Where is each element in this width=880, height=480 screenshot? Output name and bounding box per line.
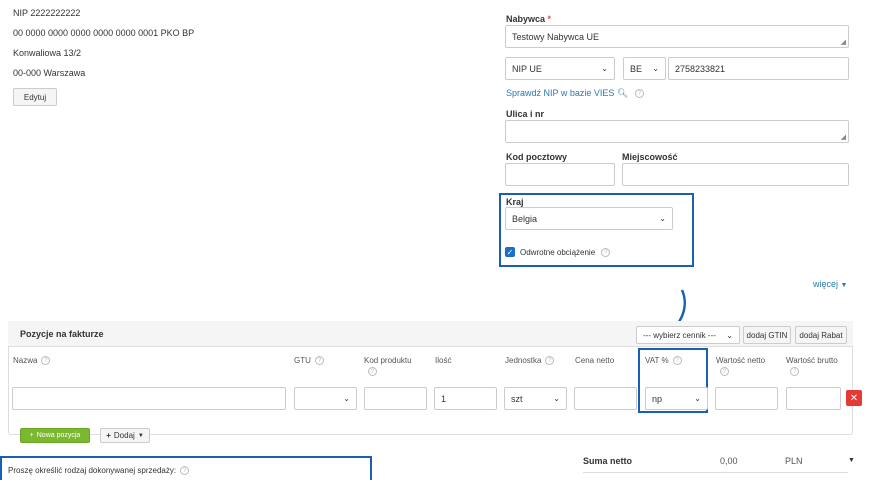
country-code-select[interactable]: BE ⌄ <box>623 57 666 80</box>
caret-down-icon[interactable]: ▼ <box>848 457 855 464</box>
required-mark: * <box>547 14 552 24</box>
column-header-name: Nazwa? <box>13 356 51 366</box>
seller-city: 00-000 Warszawa <box>13 68 86 78</box>
add-discount-button[interactable]: dodaj Rabat <box>795 326 847 344</box>
item-name-field[interactable] <box>12 387 286 410</box>
chevron-down-icon: ⌄ <box>601 64 608 73</box>
reverse-charge-label: Odwrotne obciążenie ? <box>520 248 611 258</box>
sale-type-prompt-text: Proszę określić rodzaj dokonywanej sprze… <box>8 466 177 475</box>
sale-type-prompt: Proszę określić rodzaj dokonywanej sprze… <box>8 466 190 476</box>
caret-down-icon: ▼ <box>137 432 144 439</box>
buyer-name-value: Testowy Nabywca UE <box>512 31 600 42</box>
price-list-select[interactable]: --- wybierz cennik --- ⌄ <box>636 326 740 344</box>
gross-value-field[interactable] <box>786 387 841 410</box>
more-link-text: więcej <box>813 279 839 289</box>
help-icon[interactable]: ? <box>180 466 190 476</box>
add-dropdown-button[interactable]: + Dodaj ▼ <box>100 428 150 443</box>
product-code-field[interactable] <box>364 387 427 410</box>
country-code-value: BE <box>630 63 643 74</box>
city-field[interactable] <box>622 163 849 186</box>
chevron-down-icon: ⌄ <box>553 394 560 403</box>
buyer-label-text: Nabywca <box>506 14 546 24</box>
column-unit-text: Jednostka <box>505 356 542 365</box>
column-net-value-text: Wartość netto <box>716 356 766 365</box>
city-label: Miejscowość <box>622 152 678 162</box>
postal-code-label: Kod pocztowy <box>506 152 567 162</box>
delete-row-icon[interactable]: ✕ <box>846 390 862 406</box>
resize-handle-icon[interactable]: ◢ <box>841 133 846 141</box>
help-icon[interactable]: ? <box>790 367 799 376</box>
buyer-nip-field[interactable]: 2758233821 <box>668 57 849 80</box>
plus-icon: + <box>106 431 111 440</box>
edit-seller-button[interactable]: Edytuj <box>13 88 57 106</box>
help-icon[interactable]: ? <box>41 356 51 366</box>
chevron-down-icon: ⌄ <box>694 394 701 403</box>
positions-title: Pozycje na fakturze <box>20 329 104 339</box>
help-icon[interactable]: ? <box>634 89 644 99</box>
unit-value: szt <box>511 393 523 404</box>
add-gtin-button[interactable]: dodaj GTIN <box>743 326 791 344</box>
column-product-code-text: Kod produktu <box>364 356 412 365</box>
net-value-field[interactable] <box>715 387 778 410</box>
column-header-net-value: Wartość netto? <box>716 356 765 376</box>
nip-type-select[interactable]: NIP UE ⌄ <box>505 57 615 80</box>
chevron-down-icon: ⌄ <box>659 214 666 223</box>
help-icon[interactable]: ? <box>368 367 377 376</box>
help-icon[interactable]: ? <box>601 248 611 258</box>
gtu-select[interactable]: ⌄ <box>294 387 357 410</box>
chevron-down-icon: ⌄ <box>726 330 733 340</box>
country-label: Kraj <box>506 197 524 207</box>
search-icon: 🔍︎ <box>616 88 629 98</box>
chevron-down-icon: ⌄ <box>652 64 659 73</box>
vies-check-link[interactable]: Sprawdź NIP w bazie VIES 🔍︎ ? <box>506 88 644 99</box>
help-icon[interactable]: ? <box>545 356 555 366</box>
vat-value: np <box>652 393 663 404</box>
column-name-text: Nazwa <box>13 356 38 365</box>
column-gtu-text: GTU <box>294 356 311 365</box>
column-header-unit: Jednostka? <box>505 356 555 366</box>
buyer-nip-value: 2758233821 <box>675 63 726 74</box>
resize-handle-icon[interactable]: ◢ <box>841 38 846 46</box>
unit-select[interactable]: szt ⌄ <box>504 387 567 410</box>
help-icon[interactable]: ? <box>720 367 729 376</box>
more-link[interactable]: więcej ▼ <box>813 279 847 289</box>
postal-code-field[interactable] <box>505 163 615 186</box>
buyer-name-field[interactable]: Testowy Nabywca UE ◢ <box>505 25 849 48</box>
net-sum-label: Suma netto <box>583 456 633 466</box>
net-price-field[interactable] <box>574 387 637 410</box>
plus-icon: + <box>29 432 34 439</box>
net-sum-value: 0,00 <box>720 456 738 466</box>
vat-select[interactable]: np ⌄ <box>645 387 708 410</box>
currency-label: PLN <box>785 456 803 466</box>
column-header-net-price: Cena netto <box>575 356 615 365</box>
column-header-gtu: GTU? <box>294 356 324 366</box>
street-field[interactable]: ◢ <box>505 120 849 143</box>
caret-down-icon: ▼ <box>840 282 848 289</box>
street-label: Ulica i nr <box>506 109 545 119</box>
quantity-value: 1 <box>441 393 447 404</box>
column-header-qty: Ilość <box>435 356 452 365</box>
column-header-gross-value: Wartość brutto? <box>786 356 838 376</box>
help-icon[interactable]: ? <box>314 356 324 366</box>
chevron-down-icon: ⌄ <box>343 394 350 403</box>
vies-link-text: Sprawdź NIP w bazie VIES <box>506 88 615 98</box>
buyer-label: Nabywca * <box>506 14 551 24</box>
nip-type-value: NIP UE <box>512 63 542 74</box>
quantity-field[interactable]: 1 <box>434 387 497 410</box>
column-header-product-code: Kod produktu? <box>364 356 412 376</box>
divider <box>583 472 848 473</box>
seller-account: 00 0000 0000 0000 0000 0000 0001 PKO BP <box>13 28 195 38</box>
reverse-charge-checkbox[interactable]: ✓ <box>505 247 515 257</box>
price-list-value: --- wybierz cennik --- <box>643 330 716 340</box>
country-value: Belgia <box>512 213 538 224</box>
reverse-charge-text: Odwrotne obciążenie <box>520 248 596 257</box>
country-select[interactable]: Belgia ⌄ <box>505 207 673 230</box>
seller-street: Konwaliowa 13/2 <box>13 48 82 58</box>
new-position-button[interactable]: + Nowa pozycja <box>20 428 90 443</box>
column-gross-value-text: Wartość brutto <box>786 356 838 365</box>
new-position-text: Nowa pozycja <box>36 432 81 439</box>
add-text: Dodaj <box>113 431 135 440</box>
seller-nip: NIP 2222222222 <box>13 8 81 18</box>
